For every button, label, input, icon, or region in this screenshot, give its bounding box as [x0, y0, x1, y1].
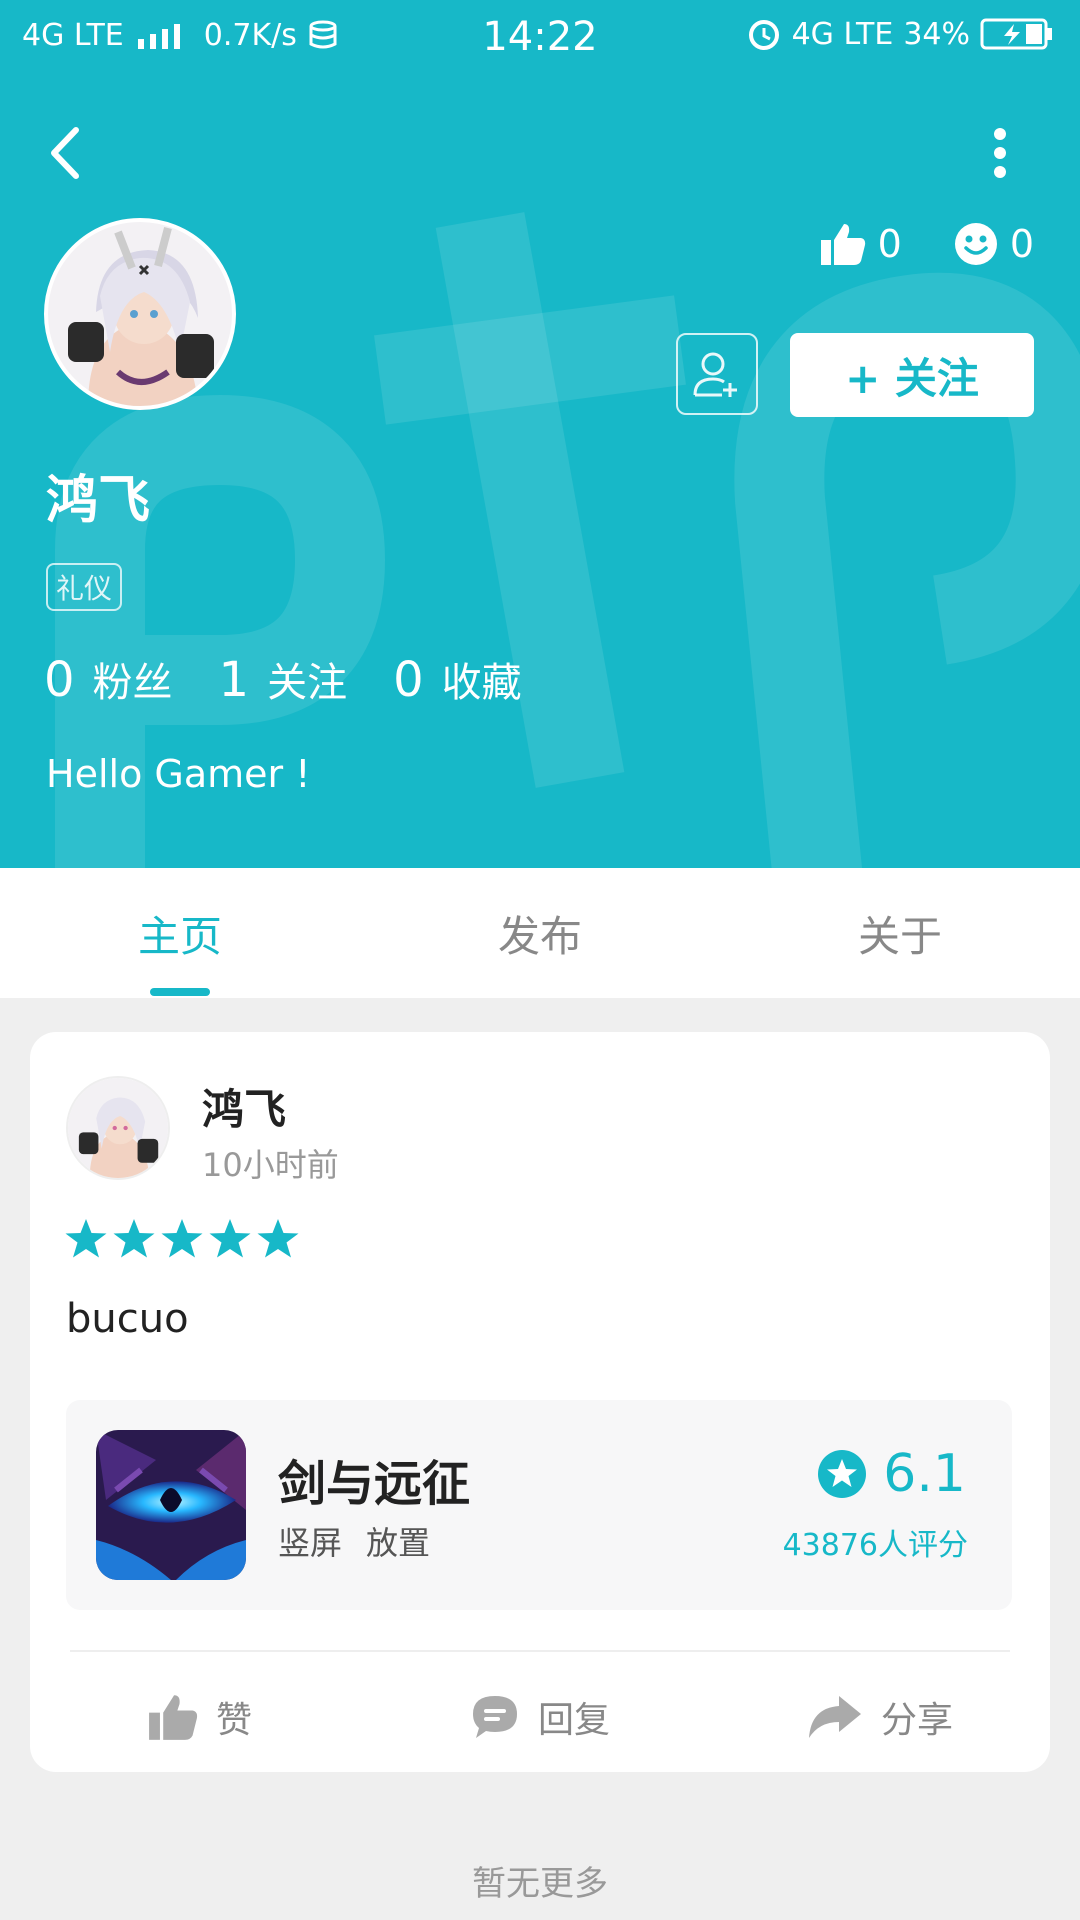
- stat-favorites[interactable]: 0 收藏: [393, 650, 522, 708]
- follow-button[interactable]: + 关注: [790, 333, 1034, 417]
- star-icon: [257, 1219, 299, 1258]
- share-arrow-icon: [808, 1696, 861, 1738]
- more-menu-button[interactable]: [980, 120, 1020, 186]
- back-button[interactable]: [40, 122, 90, 184]
- stat-followers[interactable]: 0 粉丝: [44, 650, 173, 708]
- tab-bar: 主页 发布 关于: [0, 868, 1080, 998]
- star-rating: [64, 1218, 300, 1260]
- post-time: 10小时前: [202, 1146, 339, 1184]
- like-count[interactable]: 0: [820, 222, 902, 266]
- comment-icon: [472, 1696, 517, 1738]
- smiley-icon: [954, 223, 997, 265]
- star-icon: [65, 1219, 107, 1258]
- profile-name: 鸿飞: [46, 471, 151, 531]
- profile-avatar[interactable]: [44, 218, 236, 410]
- avatar-image: [48, 222, 232, 406]
- tab-home[interactable]: 主页: [0, 868, 360, 998]
- game-tag: 竖屏: [278, 1524, 343, 1562]
- alarm-icon: [748, 20, 779, 50]
- game-card[interactable]: 剑与远征 竖屏 放置 6.1 43876人评分: [66, 1400, 1012, 1610]
- active-tab-indicator: [150, 988, 210, 996]
- chevron-left-icon: [51, 127, 79, 179]
- tab-about[interactable]: 关于: [720, 868, 1080, 998]
- post-author-avatar[interactable]: [66, 1076, 170, 1180]
- thumbs-up-icon: [820, 224, 865, 265]
- add-user-icon: [693, 352, 737, 397]
- add-friend-button[interactable]: [676, 333, 758, 415]
- reply-button[interactable]: 回复: [370, 1672, 710, 1762]
- battery-percent: 34%: [903, 16, 970, 52]
- watermark-logo: [55, 212, 1080, 868]
- reaction-counts: 0 0: [768, 222, 1034, 266]
- thumbs-up-icon: [149, 1695, 198, 1740]
- post-actions: 赞 回复 分享: [30, 1672, 1050, 1762]
- no-more-label: 暂无更多: [472, 1864, 608, 1904]
- tab-posts[interactable]: 发布: [360, 868, 720, 998]
- game-tag: 放置: [366, 1524, 431, 1562]
- post-content: bucuo: [66, 1296, 189, 1342]
- share-button[interactable]: 分享: [710, 1672, 1050, 1762]
- profile-bio: Hello Gamer !: [46, 752, 311, 796]
- like-button[interactable]: 赞: [30, 1672, 370, 1762]
- stat-following[interactable]: 1 关注: [219, 650, 348, 708]
- battery-charging-icon: [980, 18, 1052, 50]
- profile-stats: 0 粉丝 1 关注 0 收藏: [44, 650, 568, 708]
- review-card[interactable]: 鸿飞 10小时前 bucuo 剑与远征 竖屏 放置 6.1 43876人评分 赞…: [30, 1032, 1050, 1772]
- star-icon: [161, 1219, 203, 1258]
- game-icon: [96, 1430, 246, 1580]
- game-tags: 竖屏 放置: [278, 1518, 430, 1564]
- smile-count[interactable]: 0: [954, 222, 1034, 266]
- post-author-name[interactable]: 鸿飞: [202, 1076, 286, 1137]
- avatar-image: [68, 1078, 168, 1178]
- game-rating: 6.1: [817, 1444, 966, 1504]
- rating-count: 43876人评分: [782, 1528, 968, 1563]
- game-name: 剑与远征: [278, 1456, 471, 1512]
- divider: [70, 1650, 1010, 1652]
- star-icon: [113, 1219, 155, 1258]
- more-vertical-icon: [994, 128, 1006, 178]
- network-label-2: 4G LTE: [791, 16, 894, 52]
- star-badge-icon: [818, 1450, 867, 1498]
- profile-header: 4G LTE 0.7K/s 14:22 4G LTE 34% 0 0 + 关注 …: [0, 0, 1080, 868]
- status-bar: 4G LTE 0.7K/s 14:22 4G LTE 34%: [0, 0, 1080, 72]
- title-badge: 礼仪: [46, 563, 123, 611]
- star-icon: [209, 1219, 251, 1258]
